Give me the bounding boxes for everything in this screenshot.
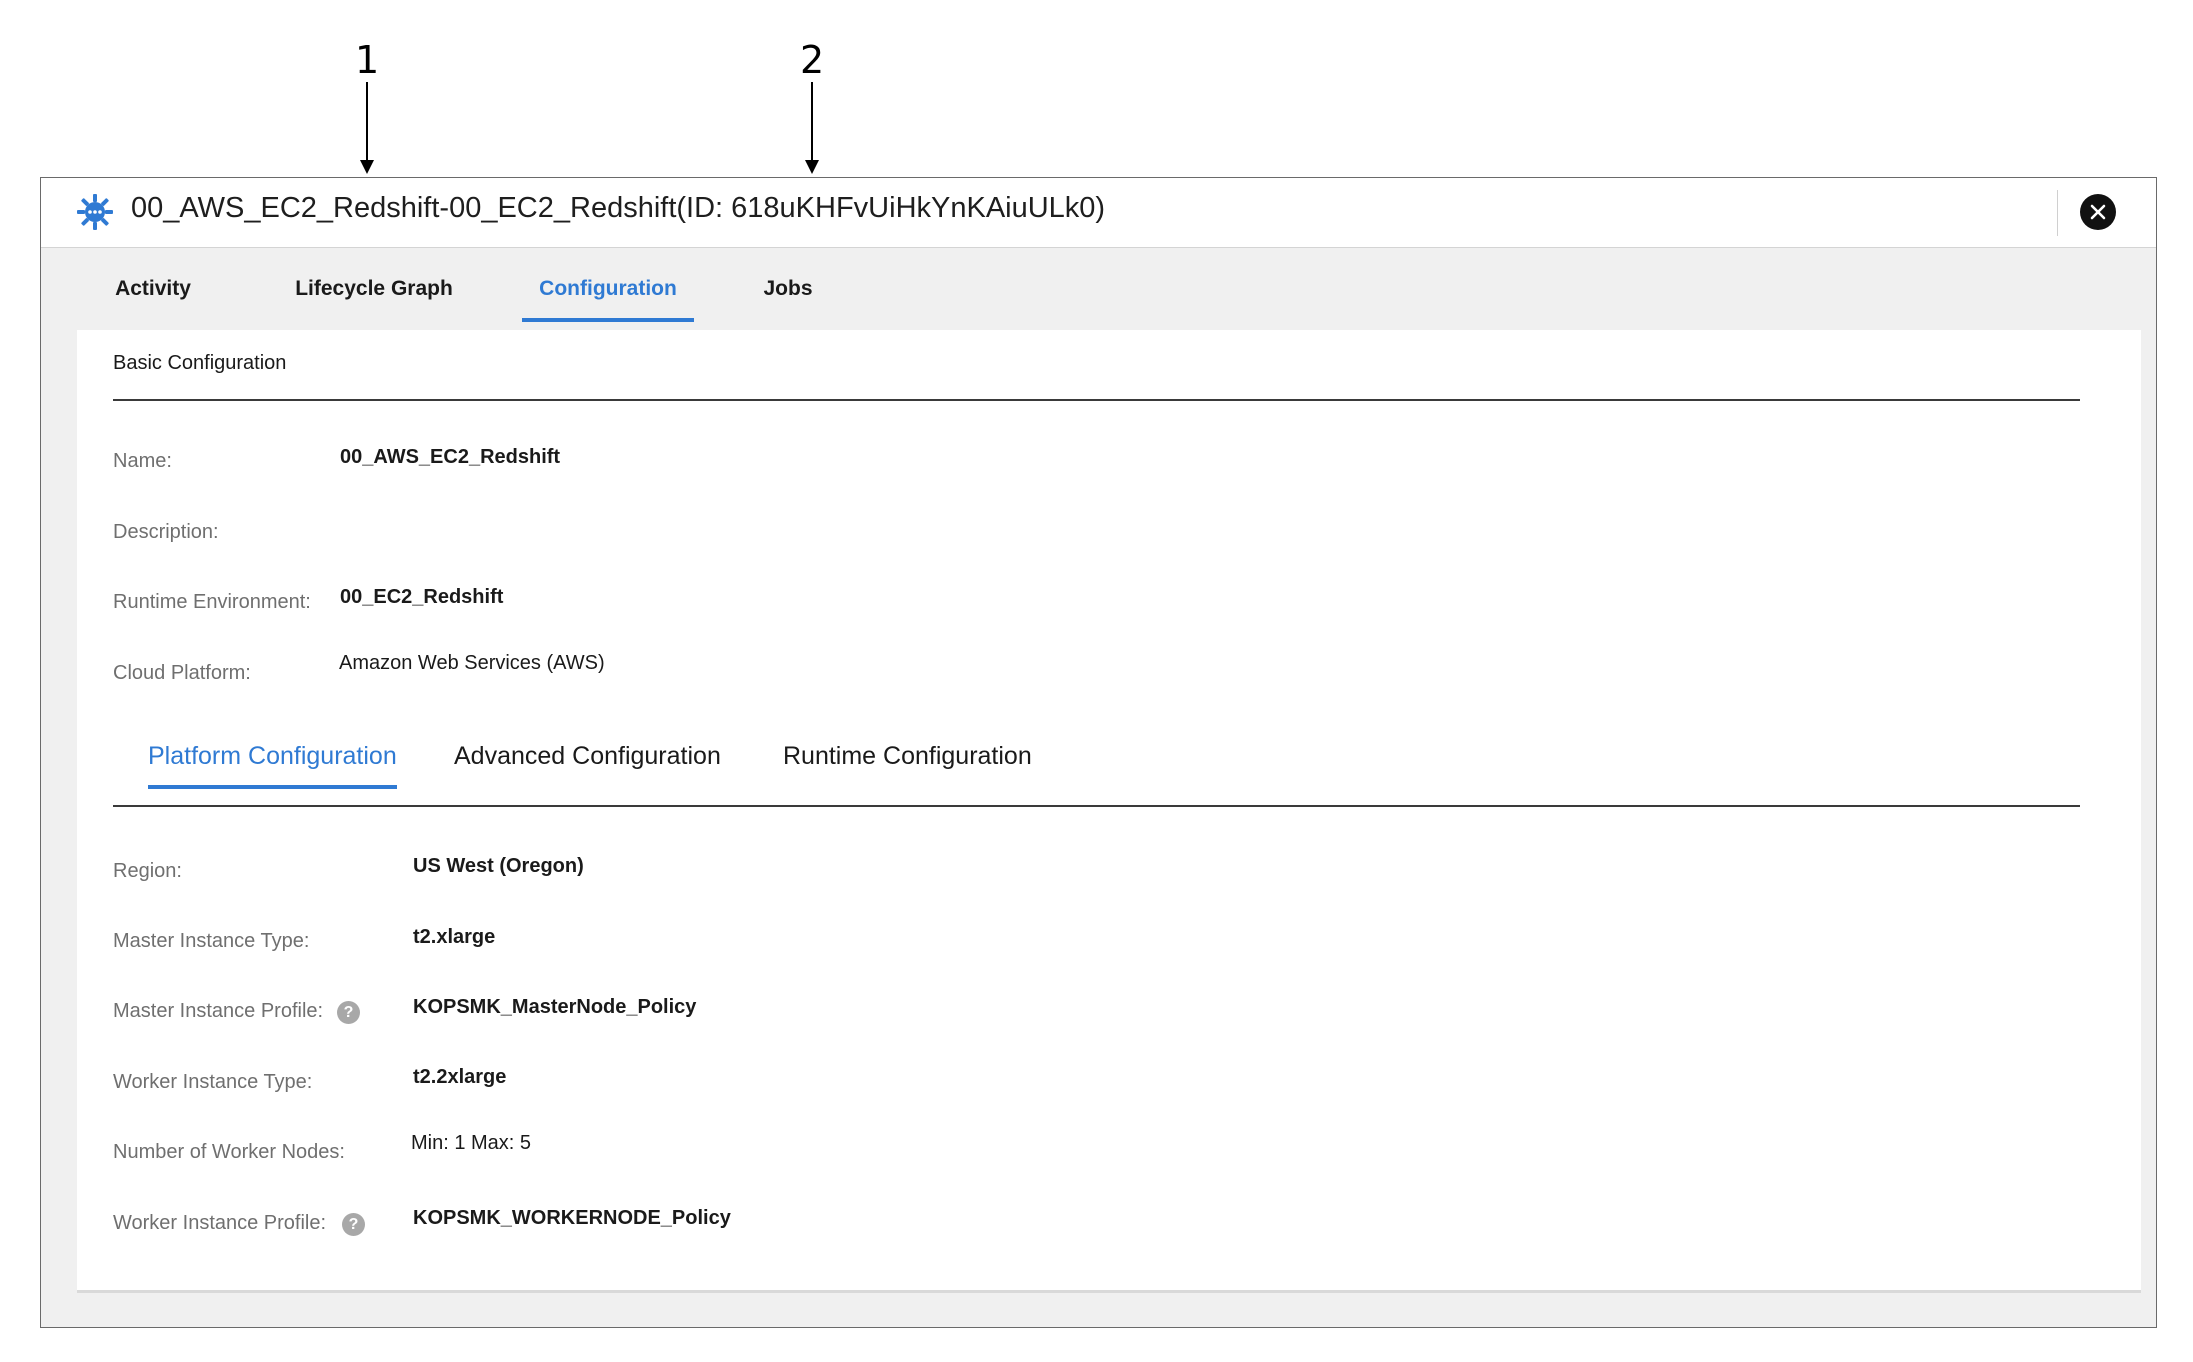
dialog-title: 00_AWS_EC2_Redshift-00_EC2_Redshift(ID: … [131,192,1106,224]
callout-2: 2 [800,38,825,82]
runtime-environment-value: 00_EC2_Redshift [340,586,504,608]
callout-2-arrowhead [805,160,819,174]
callout-1-arrowhead [360,160,374,174]
panel-bottom-edge [77,1290,2141,1293]
worker-instance-profile-value: KOPSMK_WORKERNODE_Policy [413,1207,731,1229]
section-title-basic-configuration: Basic Configuration [113,352,287,374]
worker-instance-profile-label: Worker Instance Profile: [113,1212,327,1234]
name-label: Name: [113,450,172,472]
tab-configuration[interactable]: Configuration [522,248,694,330]
master-instance-profile-value: KOPSMK_MasterNode_Policy [413,996,697,1018]
callout-2-line [811,82,813,162]
name-value: 00_AWS_EC2_Redshift [340,446,561,468]
callout-1-line [366,82,368,162]
runtime-environment-label: Runtime Environment: [113,591,311,613]
cluster-gear-icon [75,192,115,232]
dialog-titlebar: 00_AWS_EC2_Redshift-00_EC2_Redshift(ID: … [41,178,2156,248]
main-tab-bar: Activity Log Lifecycle Graph Configurati… [41,248,2156,382]
cluster-details-dialog: 00_AWS_EC2_Redshift-00_EC2_Redshift(ID: … [40,177,2157,1328]
tab-lifecycle-graph[interactable]: Lifecycle Graph [293,248,455,330]
cloud-platform-label: Cloud Platform: [113,662,251,684]
master-instance-type-label: Master Instance Type: [113,930,310,952]
title-divider [2056,190,2058,236]
tab-advanced-configuration[interactable]: Advanced Configuration [454,742,721,792]
sub-tab-divider [113,805,2080,807]
tab-runtime-configuration[interactable]: Runtime Configuration [783,742,1032,792]
close-button[interactable] [2080,194,2116,230]
worker-instance-type-value: t2.2xlarge [413,1066,507,1088]
worker-instance-type-label: Worker Instance Type: [113,1071,313,1093]
region-value: US West (Oregon) [413,855,584,877]
tab-activity-log[interactable]: Activity Log [95,248,211,382]
cloud-platform-value: Amazon Web Services (AWS) [339,652,605,674]
master-instance-type-value: t2.xlarge [413,926,496,948]
worker-instance-profile-help-icon[interactable]: ? [342,1213,365,1236]
configuration-panel: Basic Configuration Name: 00_AWS_EC2_Red… [77,330,2141,1290]
callout-1: 1 [355,38,380,82]
tab-platform-configuration[interactable]: Platform Configuration [148,742,397,792]
master-instance-profile-help-icon[interactable]: ? [337,1001,360,1024]
master-instance-profile-label: Master Instance Profile: [113,1000,324,1022]
number-of-worker-nodes-value: Min: 1 Max: 5 [411,1132,532,1154]
section-divider [113,399,2080,401]
description-label: Description: [113,521,219,543]
close-icon [2090,204,2106,220]
tab-jobs[interactable]: Jobs [759,248,817,330]
region-label: Region: [113,860,182,882]
number-of-worker-nodes-label: Number of Worker Nodes: [113,1141,345,1163]
